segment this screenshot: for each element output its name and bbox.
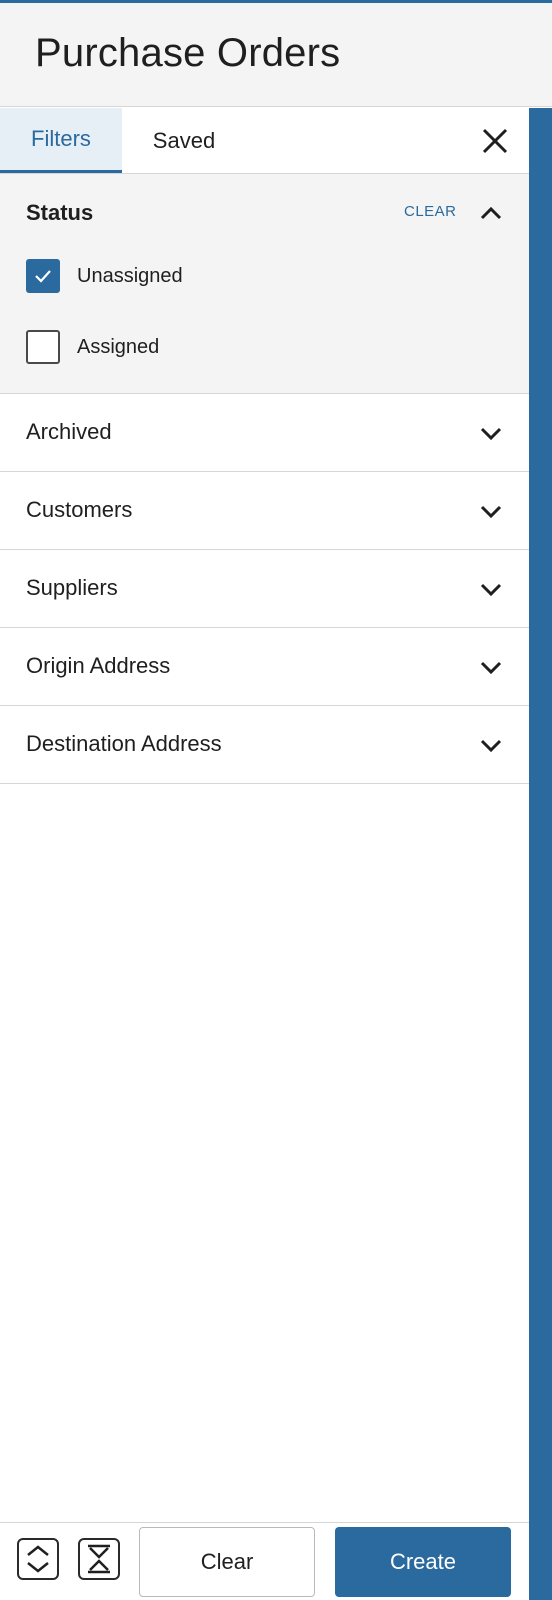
checkmark-icon (35, 270, 51, 283)
chevron-down-icon (480, 583, 502, 597)
section-label: Customers (26, 497, 133, 522)
create-button[interactable]: Create (335, 1527, 511, 1597)
section-suppliers[interactable]: Suppliers (0, 550, 529, 628)
chevron-down-icon (480, 739, 502, 753)
expand-all-icon[interactable] (17, 1538, 59, 1580)
page-header: Purchase Orders (0, 3, 552, 107)
chevron-down-icon (480, 661, 502, 675)
filter-panel: Filters Saved Status CLEAR Unassigned As… (0, 108, 529, 1600)
clear-button[interactable]: Clear (139, 1527, 315, 1597)
chevron-down-icon (480, 505, 502, 519)
chevron-down-icon (480, 427, 502, 441)
tab-filters[interactable]: Filters (0, 108, 122, 173)
section-label: Destination Address (26, 731, 222, 756)
status-title: Status (26, 200, 94, 225)
status-clear-link[interactable]: CLEAR (404, 203, 457, 220)
unassigned-checkbox[interactable] (26, 259, 60, 293)
side-panel-edge (529, 108, 552, 1600)
section-destination-address[interactable]: Destination Address (0, 706, 529, 784)
status-option-unassigned[interactable]: Unassigned (26, 258, 183, 294)
chevron-up-icon[interactable] (478, 200, 504, 226)
status-section: Status CLEAR Unassigned Assigned (0, 174, 529, 394)
close-icon[interactable] (478, 124, 512, 158)
page-title: Purchase Orders (35, 31, 341, 75)
section-archived[interactable]: Archived (0, 394, 529, 472)
section-label: Archived (26, 419, 112, 444)
section-origin-address[interactable]: Origin Address (0, 628, 529, 706)
section-customers[interactable]: Customers (0, 472, 529, 550)
assigned-checkbox[interactable] (26, 330, 60, 364)
unassigned-label: Unassigned (77, 264, 183, 287)
assigned-label: Assigned (77, 335, 160, 358)
panel-footer: Clear Create (0, 1522, 529, 1600)
filter-tabs: Filters Saved (0, 108, 529, 174)
status-option-assigned[interactable]: Assigned (26, 329, 159, 365)
section-label: Origin Address (26, 653, 171, 678)
collapse-all-icon[interactable] (78, 1538, 120, 1580)
section-label: Suppliers (26, 575, 118, 600)
tab-saved[interactable]: Saved (122, 108, 246, 173)
